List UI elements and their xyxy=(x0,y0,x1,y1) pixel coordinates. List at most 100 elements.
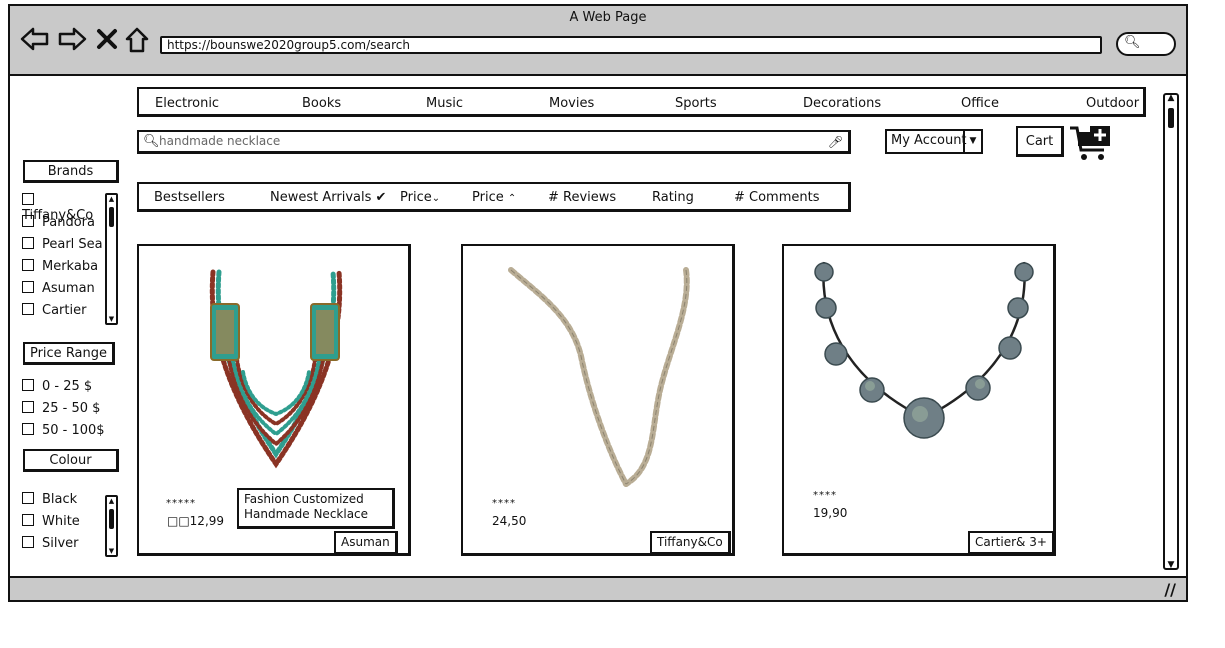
brand-tag[interactable]: Asuman xyxy=(334,531,398,555)
category-books[interactable]: Books xyxy=(302,96,341,111)
sort-price-descending[interactable]: Price⌄ xyxy=(400,190,440,205)
sort-price-ascending[interactable]: Price ⌃ xyxy=(472,190,516,205)
address-bar[interactable]: https://bounswe2020group5.com/search xyxy=(160,36,1102,54)
status-bar: // xyxy=(10,576,1186,600)
chevron-down-icon[interactable]: ▼ xyxy=(963,131,981,152)
brand-option[interactable]: Merkaba xyxy=(22,259,104,281)
price-option[interactable]: 25 - 50 $ xyxy=(22,401,122,423)
price-label: 50 - 100$ xyxy=(42,423,105,438)
brand-tag[interactable]: Cartier& 3+ xyxy=(968,531,1055,555)
brand-label: Asuman xyxy=(42,281,95,296)
resize-grip-icon[interactable]: // xyxy=(1164,580,1176,599)
sort-bestsellers[interactable]: Bestsellers xyxy=(154,190,225,205)
scroll-thumb[interactable] xyxy=(109,509,114,529)
category-sports[interactable]: Sports xyxy=(675,96,717,111)
back-icon[interactable] xyxy=(20,26,50,57)
checkbox[interactable] xyxy=(22,401,34,413)
account-dropdown[interactable]: My Account ▼ xyxy=(885,129,983,154)
colour-option[interactable]: Black xyxy=(22,492,104,514)
scroll-thumb[interactable] xyxy=(109,207,114,227)
scroll-thumb[interactable] xyxy=(1168,108,1174,128)
price-option[interactable]: 0 - 25 $ xyxy=(22,379,122,401)
forward-icon[interactable] xyxy=(57,26,87,57)
search-input[interactable]: 🔍︎ handmade necklace 🎤︎ xyxy=(137,130,851,154)
product-name: Fashion Customized Handmade Necklace xyxy=(237,488,395,529)
checkbox[interactable] xyxy=(22,193,34,205)
colour-option[interactable]: Silver xyxy=(22,536,104,558)
checkbox[interactable] xyxy=(22,536,34,548)
scroll-up-icon[interactable]: ▲ xyxy=(1165,93,1177,103)
page-scrollbar[interactable]: ▲ ▼ xyxy=(1163,93,1179,570)
search-icon: 🔍︎ xyxy=(1124,35,1141,50)
checkbox[interactable] xyxy=(22,492,34,504)
colour-label: Silver xyxy=(42,536,79,551)
brand-label: Pearl Sea xyxy=(42,237,103,252)
brand-option[interactable]: Tiffany&Co xyxy=(22,193,104,223)
brand-option[interactable]: Asuman xyxy=(22,281,104,303)
sort-rating[interactable]: Rating xyxy=(652,190,694,205)
colour-option[interactable]: White xyxy=(22,514,104,536)
checkbox[interactable] xyxy=(22,259,34,271)
search-icon: 🔍︎ xyxy=(143,134,160,149)
turquoise-necklace-image xyxy=(209,269,343,469)
checkbox[interactable] xyxy=(22,237,34,249)
home-icon[interactable] xyxy=(124,26,150,59)
sort-price-label: Price xyxy=(400,190,432,205)
brand-option[interactable]: Pandora xyxy=(22,215,104,237)
category-music[interactable]: Music xyxy=(426,96,463,111)
brand-label: Cartier xyxy=(42,303,87,318)
rating-stars: **** xyxy=(813,490,837,501)
category-electronic[interactable]: Electronic xyxy=(155,96,219,111)
brands-scrollbar[interactable]: ▲ ▼ xyxy=(105,193,118,325)
account-label: My Account xyxy=(891,133,967,148)
product-price: □□12,99 xyxy=(167,514,225,528)
colour-label: Black xyxy=(42,492,78,507)
checkbox[interactable] xyxy=(22,514,34,526)
checkmark-icon: ✔ xyxy=(375,190,387,205)
sort-bar: Bestsellers Newest Arrivals ✔ Price⌄ Pri… xyxy=(137,182,851,212)
price-range-header: Price Range xyxy=(23,342,115,365)
price-range-list: 0 - 25 $ 25 - 50 $ 50 - 100$ xyxy=(22,379,122,445)
pearl-necklace-image xyxy=(508,267,690,487)
brand-label: Pandora xyxy=(42,215,95,230)
sort-reviews[interactable]: # Reviews xyxy=(548,190,616,205)
sort-newest-arrivals[interactable]: Newest Arrivals ✔ xyxy=(270,190,386,205)
rating-stars: ***** xyxy=(166,498,196,509)
scroll-up-icon[interactable]: ▲ xyxy=(107,195,116,203)
checkbox[interactable] xyxy=(22,423,34,435)
chevron-up-icon: ⌃ xyxy=(507,193,517,204)
product-price: 24,50 xyxy=(492,514,527,528)
browser-search-box[interactable]: 🔍︎ xyxy=(1116,32,1176,56)
cart-button[interactable]: Cart xyxy=(1016,126,1064,157)
category-movies[interactable]: Movies xyxy=(549,96,594,111)
price-option[interactable]: 50 - 100$ xyxy=(22,423,122,445)
product-card[interactable]: **** 24,50 Tiffany&Co xyxy=(461,244,735,556)
checkbox[interactable] xyxy=(22,379,34,391)
sort-comments[interactable]: # Comments xyxy=(734,190,820,205)
scroll-down-icon[interactable]: ▼ xyxy=(107,315,116,323)
colour-label: White xyxy=(42,514,80,529)
sort-price-label: Price xyxy=(472,190,504,205)
product-card[interactable]: **** 19,90 Cartier& 3+ xyxy=(782,244,1056,556)
product-card[interactable]: ***** □□12,99 Fashion Customized Handmad… xyxy=(137,244,411,556)
abalone-flower-necklace-image xyxy=(814,261,1034,439)
checkbox[interactable] xyxy=(22,215,34,227)
brand-tag[interactable]: Tiffany&Co xyxy=(650,531,731,555)
category-outdoor[interactable]: Outdoor xyxy=(1086,96,1139,111)
search-placeholder: handmade necklace xyxy=(159,134,281,148)
colour-scrollbar[interactable]: ▲ ▼ xyxy=(105,495,118,557)
brand-option[interactable]: Cartier xyxy=(22,303,104,323)
scroll-down-icon[interactable]: ▼ xyxy=(1165,560,1177,570)
category-office[interactable]: Office xyxy=(961,96,999,111)
brand-option[interactable]: Pearl Sea xyxy=(22,237,104,259)
checkbox[interactable] xyxy=(22,303,34,315)
colour-header: Colour xyxy=(23,449,119,472)
category-decorations[interactable]: Decorations xyxy=(803,96,881,111)
price-label: 0 - 25 $ xyxy=(42,379,93,394)
cart-icon[interactable] xyxy=(1068,124,1114,168)
microphone-icon[interactable]: 🎤︎ xyxy=(828,133,843,152)
scroll-up-icon[interactable]: ▲ xyxy=(107,497,116,505)
close-icon[interactable] xyxy=(96,26,118,57)
checkbox[interactable] xyxy=(22,281,34,293)
scroll-down-icon[interactable]: ▼ xyxy=(107,547,116,555)
